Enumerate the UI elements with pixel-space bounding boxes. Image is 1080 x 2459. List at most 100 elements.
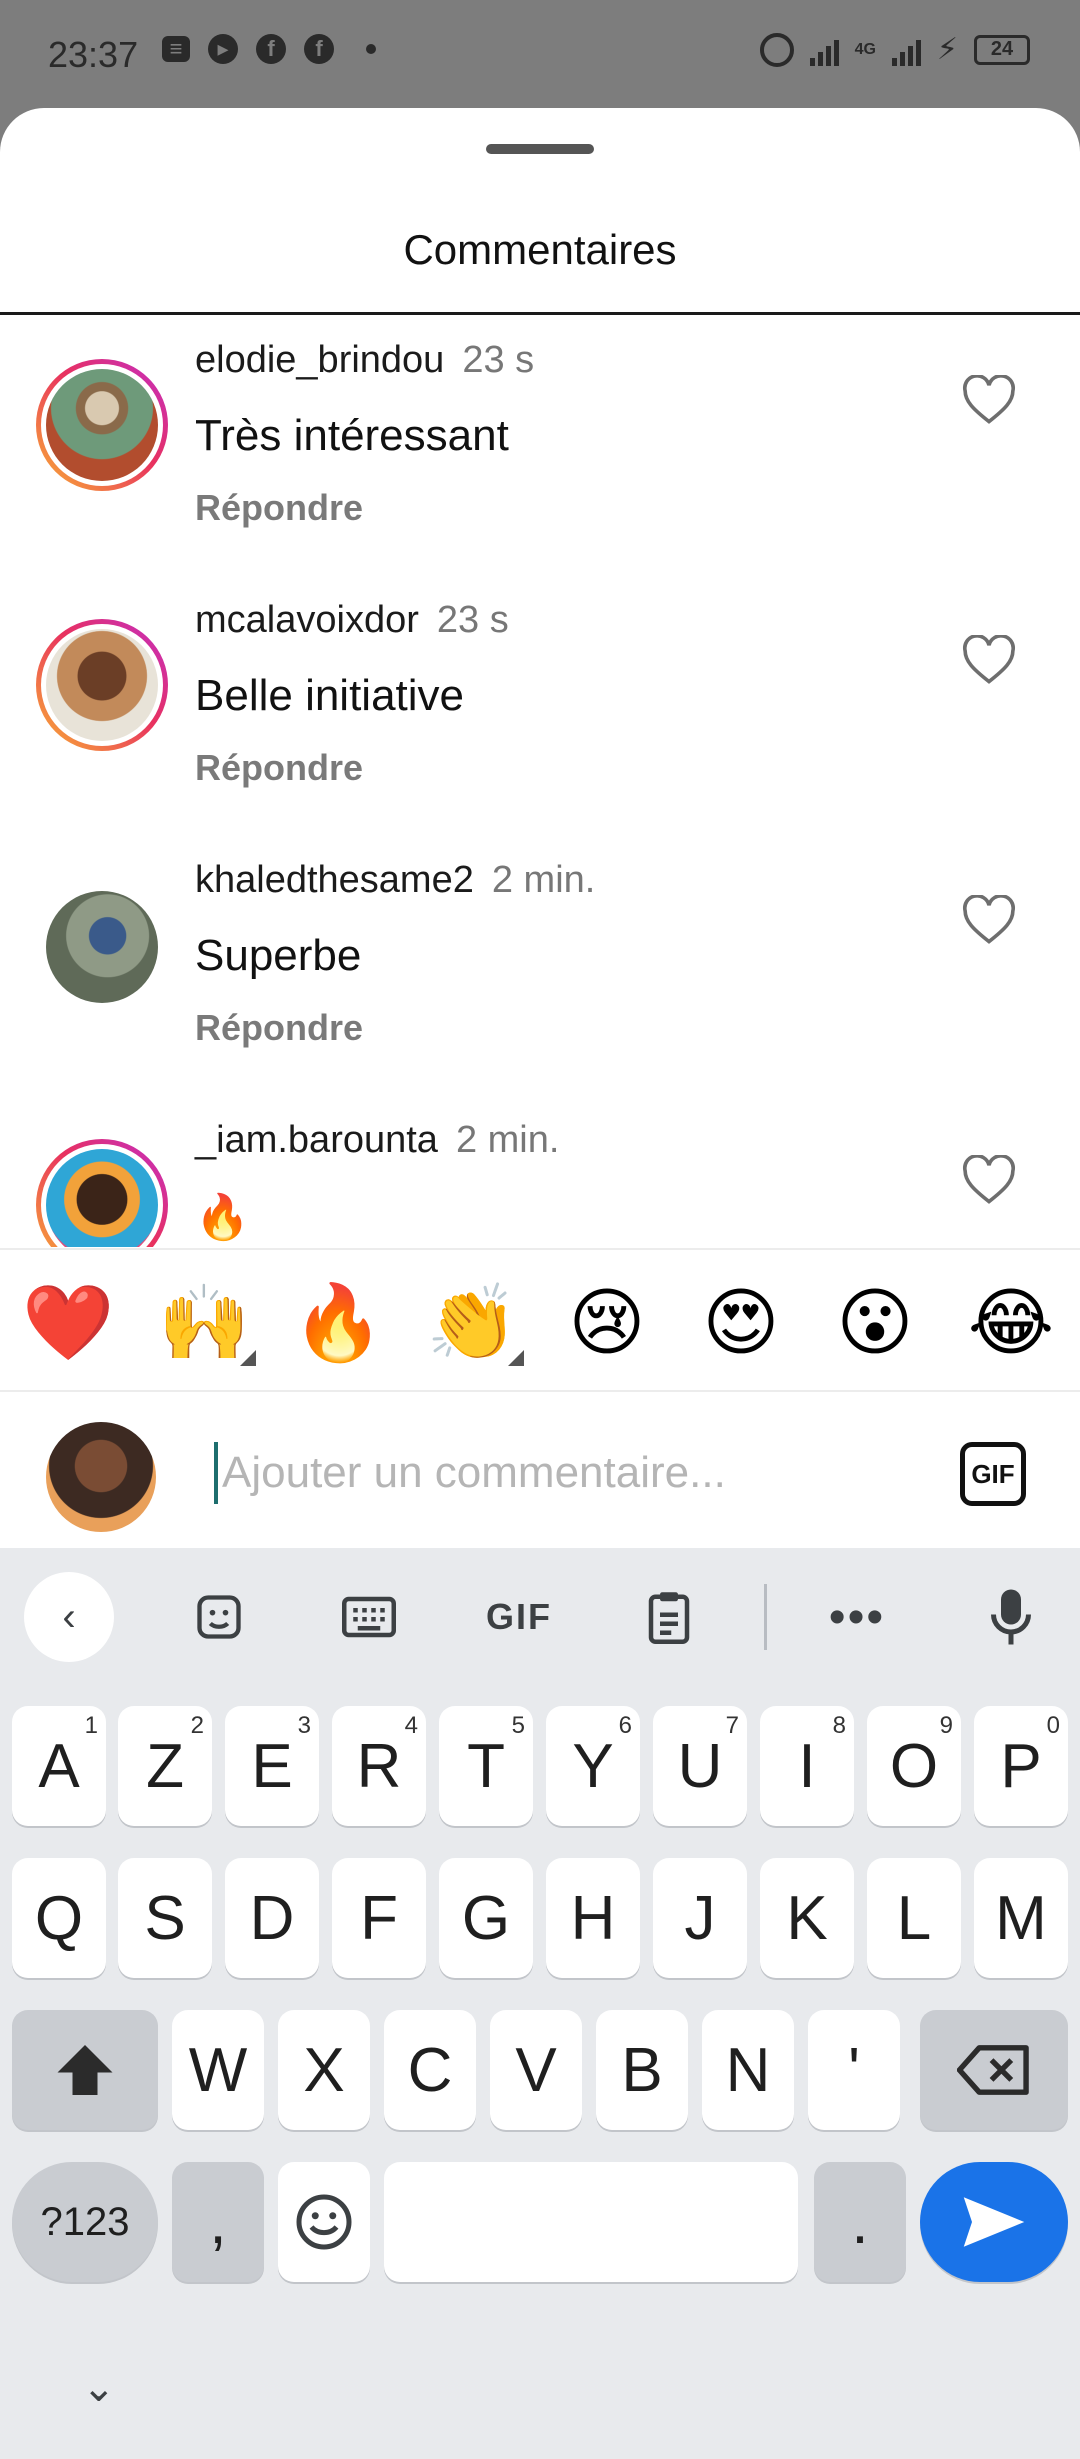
alarm-icon xyxy=(759,32,794,67)
username-text[interactable]: khaledthesame2 xyxy=(195,859,474,901)
key[interactable]: V xyxy=(490,2010,582,2130)
comma-key[interactable]: , xyxy=(172,2162,264,2282)
key[interactable]: Y6 xyxy=(546,1706,640,1826)
emoji-fire[interactable]: 🔥 xyxy=(292,1278,384,1368)
comment-text: Belle initiative xyxy=(195,671,465,720)
reply-button[interactable]: Répondre xyxy=(195,747,363,789)
my-avatar xyxy=(46,1422,156,1532)
comment-username[interactable]: mcalavoixdor 23 s xyxy=(195,599,509,642)
more-icon[interactable]: ••• xyxy=(812,1572,902,1662)
network-type: 4G xyxy=(854,40,876,58)
hide-keyboard-icon[interactable]: ⌄ xyxy=(82,2365,116,2411)
username-text[interactable]: elodie_brindou xyxy=(195,339,444,381)
username-text[interactable]: mcalavoixdor xyxy=(195,599,419,641)
emoji-laughing[interactable]: 😂 xyxy=(966,1278,1056,1368)
key[interactable]: I8 xyxy=(760,1706,854,1826)
gif-button[interactable]: GIF xyxy=(960,1442,1026,1506)
comment-username[interactable]: _iam.barounta 2 min. xyxy=(195,1119,559,1162)
keyboard-icon[interactable] xyxy=(324,1572,414,1662)
backspace-key[interactable] xyxy=(920,2010,1068,2130)
key[interactable]: X xyxy=(278,2010,370,2130)
system-icons: 4G ⚡ 24 xyxy=(759,32,1030,67)
drag-handle[interactable] xyxy=(486,144,594,154)
key[interactable]: K xyxy=(760,1858,854,1978)
emoji-heart[interactable]: ❤️ xyxy=(22,1278,114,1368)
comment-input[interactable] xyxy=(214,1442,924,1504)
comment-text: Superbe xyxy=(195,931,362,980)
username-text[interactable]: _iam.barounta xyxy=(195,1119,438,1161)
facebook-icon: f xyxy=(304,34,334,64)
key[interactable]: N xyxy=(702,2010,794,2130)
avatar[interactable] xyxy=(36,359,168,491)
reply-button[interactable]: Répondre xyxy=(195,1007,363,1049)
status-time: 23:37 xyxy=(48,34,139,75)
sticker-icon-svg xyxy=(197,1595,241,1639)
like-heart-icon[interactable] xyxy=(960,895,1018,945)
symbols-key[interactable]: ?123 xyxy=(12,2162,158,2282)
reply-button[interactable]: Répondre xyxy=(195,487,363,529)
emoji-raised-hands[interactable]: 🙌 xyxy=(158,1278,256,1368)
key[interactable]: E3 xyxy=(225,1706,319,1826)
key-label: U xyxy=(677,1731,723,1801)
facebook-icon: f xyxy=(256,34,286,64)
shift-icon xyxy=(57,2045,113,2095)
key[interactable]: U7 xyxy=(653,1706,747,1826)
emoji-key[interactable] xyxy=(278,2162,370,2282)
comment-username[interactable]: khaledthesame2 2 min. xyxy=(195,859,595,902)
key[interactable]: A1 xyxy=(12,1706,106,1826)
emoji-heart-eyes[interactable]: 😍 xyxy=(696,1278,786,1368)
key[interactable]: W xyxy=(172,2010,264,2130)
emoji-surprised[interactable]: 😮 xyxy=(830,1278,920,1368)
clipboard-icon[interactable] xyxy=(624,1572,714,1662)
send-key[interactable] xyxy=(920,2162,1068,2282)
key[interactable]: T5 xyxy=(439,1706,533,1826)
emoji-clap[interactable]: 👏 xyxy=(426,1278,524,1368)
key[interactable]: H xyxy=(546,1858,640,1978)
emoji-crying[interactable]: 😢 xyxy=(562,1278,652,1368)
back-icon[interactable]: ‹ xyxy=(24,1572,114,1662)
battery-icon: 24 xyxy=(974,34,1030,65)
key-label: A xyxy=(38,1731,80,1801)
key[interactable]: M xyxy=(974,1858,1068,1978)
key[interactable]: L xyxy=(867,1858,961,1978)
comment-composer: GIF xyxy=(0,1392,1080,1548)
key[interactable]: C xyxy=(384,2010,476,2130)
signal-icon xyxy=(809,34,839,66)
notification-icons: ≡ ▸ f f xyxy=(162,34,376,64)
comment-list[interactable]: elodie_brindou 23 s Très intéressant Répo… xyxy=(0,315,1080,1247)
like-heart-icon[interactable] xyxy=(960,635,1018,685)
key-label: Z xyxy=(146,1731,184,1801)
clipboard-icon-svg xyxy=(648,1592,690,1644)
avatar[interactable] xyxy=(36,1139,168,1247)
keyboard-icon-svg xyxy=(342,1596,396,1638)
key[interactable]: Z2 xyxy=(118,1706,212,1826)
key[interactable]: F xyxy=(332,1858,426,1978)
key-hint: 4 xyxy=(404,1712,418,1739)
like-heart-icon[interactable] xyxy=(960,1155,1018,1205)
key[interactable]: B xyxy=(596,2010,688,2130)
key[interactable]: J xyxy=(653,1858,747,1978)
avatar[interactable] xyxy=(46,891,158,1003)
gif-keyboard-button[interactable]: GIF xyxy=(474,1572,564,1662)
key[interactable]: D xyxy=(225,1858,319,1978)
key-label: R xyxy=(356,1731,402,1801)
key[interactable]: G xyxy=(439,1858,533,1978)
avatar[interactable] xyxy=(36,619,168,751)
sticker-icon[interactable] xyxy=(174,1572,264,1662)
key[interactable]: R4 xyxy=(332,1706,426,1826)
key[interactable]: P0 xyxy=(974,1706,1068,1826)
shift-key[interactable] xyxy=(12,2010,158,2130)
period-key[interactable]: . xyxy=(814,2162,906,2282)
signal-icon xyxy=(891,34,921,66)
comment-username[interactable]: elodie_brindou 23 s xyxy=(195,339,534,382)
key[interactable]: Q xyxy=(12,1858,106,1978)
key[interactable]: S xyxy=(118,1858,212,1978)
more-notifications-dot xyxy=(366,44,376,54)
key[interactable]: O9 xyxy=(867,1706,961,1826)
space-key[interactable] xyxy=(384,2162,798,2282)
key[interactable]: ' xyxy=(808,2010,900,2130)
like-heart-icon[interactable] xyxy=(960,375,1018,425)
mic-icon[interactable] xyxy=(966,1572,1056,1662)
mic-icon-svg xyxy=(991,1589,1031,1645)
comment-item: khaledthesame2 2 min. Superbe Répondre xyxy=(0,835,1080,1095)
